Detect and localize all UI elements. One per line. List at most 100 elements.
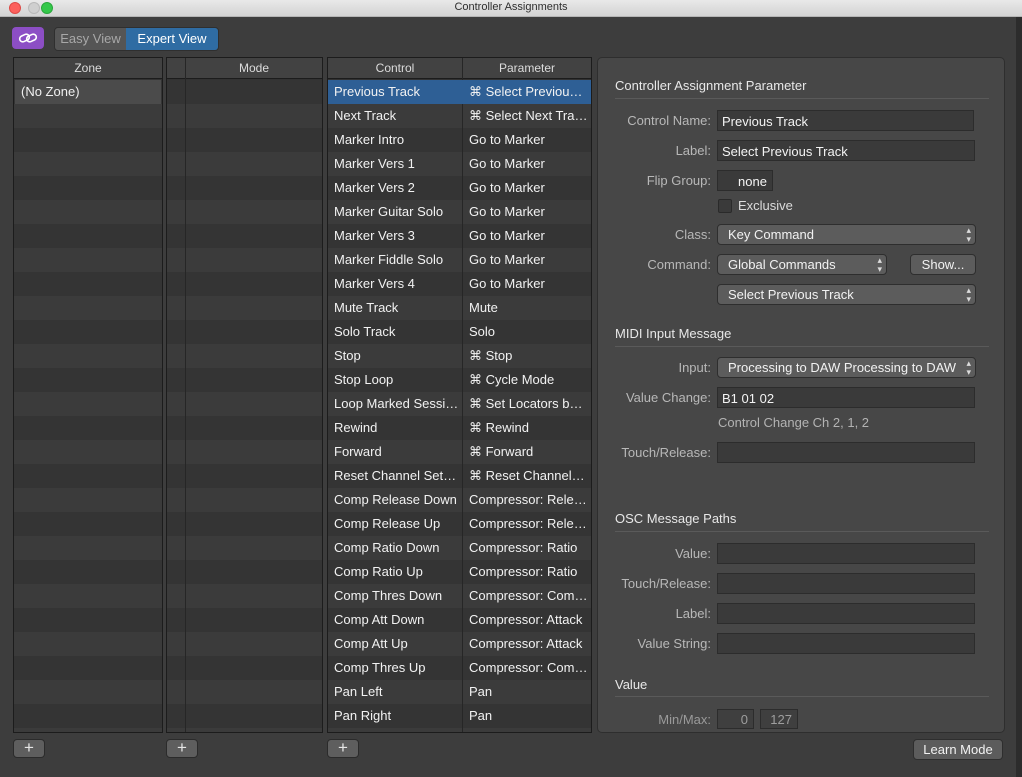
show-button[interactable]: Show... — [910, 254, 976, 275]
table-row[interactable]: Stop ⌘ Stop — [328, 344, 591, 368]
table-row[interactable]: Pan Right Pan — [328, 704, 591, 728]
section-divider — [615, 531, 989, 532]
parameter-cell: ⌘ Select Next Tra… — [469, 108, 588, 123]
class-label: Class: — [674, 227, 711, 242]
parameter-cell: ⌘ Reset Channel… — [469, 468, 585, 483]
parameter-cell: ⌘ Cycle Mode — [469, 372, 555, 387]
table-row[interactable]: Comp Att Down Compressor: Attack — [328, 608, 591, 632]
input-label: Input: — [678, 360, 711, 375]
control-cell: Marker Intro — [334, 132, 405, 147]
command-sub-popup[interactable]: Select Previous Track ▴ ▾ — [717, 284, 976, 305]
expert-view-button[interactable]: Expert View — [126, 28, 218, 50]
parameter-cell: Go to Marker — [469, 132, 545, 147]
label-field[interactable]: Select Previous Track — [717, 140, 975, 161]
flip-group-field[interactable]: none — [717, 170, 773, 191]
window-edge — [1016, 17, 1022, 777]
assignment-section-title: Controller Assignment Parameter — [615, 78, 807, 93]
input-popup[interactable]: Processing to DAW Processing to DAW ▴ ▾ — [717, 357, 976, 378]
zone-column-header[interactable]: Zone — [14, 58, 162, 79]
table-row[interactable]: Forward ⌘ Forward — [328, 440, 591, 464]
table-row[interactable]: Rewind ⌘ Rewind — [328, 416, 591, 440]
control-cell: Solo Track — [334, 324, 396, 339]
mode-blank-header — [167, 58, 185, 79]
table-row[interactable]: Comp Ratio Down Compressor: Ratio — [328, 536, 591, 560]
mode-column-header[interactable]: Mode — [186, 58, 322, 79]
zone-list[interactable]: Zone (No Zone) — [13, 57, 163, 733]
table-row[interactable]: Marker Intro Go to Marker — [328, 128, 591, 152]
control-list[interactable]: Control Parameter Previous Track ⌘ Select… — [327, 57, 592, 733]
control-cell: Stop — [334, 348, 361, 363]
control-cell: Pan Left — [334, 684, 383, 699]
table-row[interactable]: Solo Track Solo — [328, 320, 591, 344]
table-row[interactable]: Comp Thres Up Compressor: Com… — [328, 656, 591, 680]
class-popup[interactable]: Key Command ▴ ▾ — [717, 224, 976, 245]
table-row[interactable]: Reset Channel Set… ⌘ Reset Channel… — [328, 464, 591, 488]
table-row[interactable]: Pan Left Pan — [328, 680, 591, 704]
max-field[interactable]: 127 — [760, 709, 798, 729]
control-cell: Mute Track — [334, 300, 399, 315]
parameter-cell: Solo — [469, 324, 496, 339]
parameter-cell: Compressor: Rele… — [469, 492, 587, 507]
parameter-cell: Compressor: Rele… — [469, 516, 587, 531]
add-control-button[interactable]: + — [327, 739, 359, 758]
osc-label-field[interactable] — [717, 603, 975, 624]
table-row[interactable]: Comp Ratio Up Compressor: Ratio — [328, 560, 591, 584]
add-mode-button[interactable]: + — [166, 739, 198, 758]
osc-label-label: Label: — [675, 606, 711, 621]
learn-mode-button[interactable]: Learn Mode — [913, 739, 1003, 760]
section-divider — [615, 346, 989, 347]
table-row[interactable]: Marker Vers 4 Go to Marker — [328, 272, 591, 296]
table-row[interactable]: Marker Fiddle Solo Go to Marker — [328, 248, 591, 272]
input-popup-value: Processing to DAW Processing to DAW — [728, 360, 957, 375]
midi-section-title: MIDI Input Message — [615, 326, 732, 341]
table-row[interactable]: Comp Release Down Compressor: Rele… — [328, 488, 591, 512]
parameter-cell: ⌘ Stop — [469, 348, 513, 363]
table-row[interactable]: Marker Vers 3 Go to Marker — [328, 224, 591, 248]
value-change-field[interactable]: B1 01 02 — [717, 387, 975, 408]
minmax-label: Min/Max: — [658, 712, 711, 727]
value-section-title: Value — [615, 677, 648, 692]
osc-value-string-label: Value String: — [637, 636, 711, 651]
control-cell: Comp Ratio Down — [334, 540, 440, 555]
touch-release-field[interactable] — [717, 442, 975, 463]
link-button[interactable] — [12, 27, 44, 49]
value-change-note: Control Change Ch 2, 1, 2 — [718, 415, 870, 430]
table-row[interactable]: Stop Loop ⌘ Cycle Mode — [328, 368, 591, 392]
command-popup-value: Global Commands — [728, 257, 836, 272]
popup-arrows-icon: ▴ ▾ — [966, 224, 971, 244]
add-zone-button[interactable]: + — [13, 739, 45, 758]
osc-touch-release-field[interactable] — [717, 573, 975, 594]
section-divider — [615, 696, 989, 697]
inspector-panel: Controller Assignment Parameter Control … — [597, 57, 1005, 733]
parameter-cell: Go to Marker — [469, 276, 545, 291]
table-row[interactable]: Marker Guitar Solo Go to Marker — [328, 200, 591, 224]
parameter-cell: Mute — [469, 300, 498, 315]
min-field[interactable]: 0 — [717, 709, 754, 729]
command-popup[interactable]: Global Commands ▴ ▾ — [717, 254, 887, 275]
table-row[interactable]: Loop Marked Sessi… ⌘ Set Locators b… — [328, 392, 591, 416]
control-cell: Reset Channel Set… — [334, 468, 457, 483]
mode-list-background — [167, 80, 322, 732]
control-name-field[interactable]: Previous Track — [717, 110, 974, 131]
label-label: Label: — [675, 143, 711, 158]
flip-group-label: Flip Group: — [646, 173, 711, 188]
table-row[interactable]: Comp Att Up Compressor: Attack — [328, 632, 591, 656]
table-row[interactable]: Comp Release Up Compressor: Rele… — [328, 512, 591, 536]
zone-item-no-zone[interactable]: (No Zone) — [15, 80, 161, 104]
link-icon — [18, 33, 38, 43]
exclusive-checkbox[interactable] — [718, 199, 732, 213]
mode-list[interactable]: Mode — [166, 57, 323, 733]
control-column-header[interactable]: Control — [328, 58, 462, 79]
control-cell: Forward — [334, 444, 382, 459]
table-row[interactable]: Previous Track ⌘ Select Previou… — [328, 80, 591, 104]
table-row[interactable]: Marker Vers 1 Go to Marker — [328, 152, 591, 176]
parameter-column-header[interactable]: Parameter — [463, 58, 591, 79]
table-row[interactable]: Next Track ⌘ Select Next Tra… — [328, 104, 591, 128]
table-row[interactable]: Mute Track Mute — [328, 296, 591, 320]
table-row[interactable]: Marker Vers 2 Go to Marker — [328, 176, 591, 200]
control-cell: Loop Marked Sessi… — [334, 396, 459, 411]
osc-value-string-field[interactable] — [717, 633, 975, 654]
osc-value-field[interactable] — [717, 543, 975, 564]
easy-view-button[interactable]: Easy View — [55, 28, 126, 50]
table-row[interactable]: Comp Thres Down Compressor: Com… — [328, 584, 591, 608]
